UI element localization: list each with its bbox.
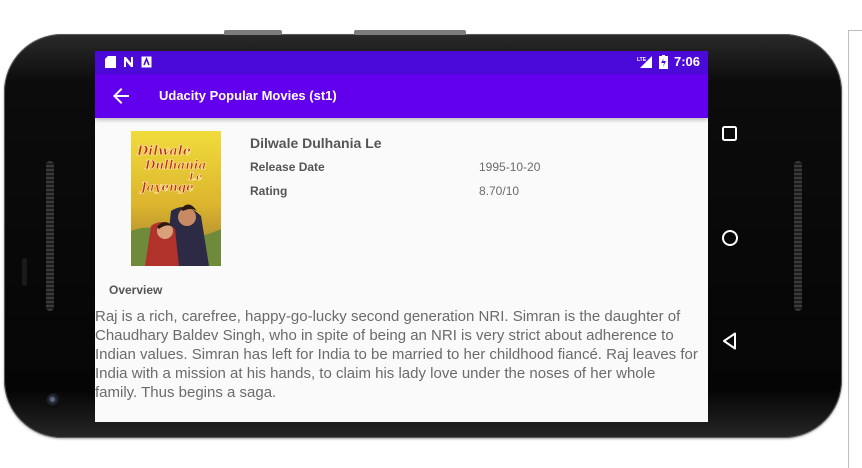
status-time: 7:06: [673, 54, 700, 69]
release-date-value: 1995-10-20: [479, 160, 541, 174]
front-camera-icon: [46, 393, 62, 409]
rating-value: 8.70/10: [479, 184, 520, 198]
proximity-sensor: [22, 258, 27, 286]
status-bar: LTE 7:06: [95, 51, 708, 74]
movie-poster: Dilwale Dulhania Le Jayenge: [131, 131, 221, 266]
app-bar: Udacity Popular Movies (st1): [95, 74, 708, 118]
svg-text:LTE: LTE: [637, 57, 647, 63]
home-circle-icon[interactable]: [718, 226, 742, 250]
side-panel: [848, 30, 862, 468]
movie-detail: Dilwale Dulhania Le Jayenge Dilwale Dulh…: [95, 118, 708, 422]
overview-text: Raj is a rich, carefree, happy-go-lucky …: [95, 308, 698, 401]
rating-label: Rating: [250, 184, 288, 198]
poster-title-line-4: Jayenge: [139, 180, 194, 194]
recents-square-icon[interactable]: [718, 122, 742, 146]
poster-title-line-2: Dulhania: [144, 158, 206, 172]
app-title: Udacity Popular Movies (st1): [159, 88, 337, 103]
left-speaker-grille: [46, 161, 54, 311]
movie-title: Dilwale Dulhania Le: [250, 135, 382, 151]
release-date-label: Release Date: [250, 160, 325, 174]
battery-icon: [658, 54, 668, 69]
no-sim-icon: [124, 57, 133, 67]
overview-label: Overview: [109, 283, 163, 297]
signal-icon: LTE: [637, 55, 652, 68]
volume-button: [224, 30, 282, 35]
sd-card-icon: [105, 56, 116, 68]
power-button: [354, 30, 466, 35]
arrow-left-icon[interactable]: [109, 84, 133, 108]
right-speaker-grille: [794, 161, 802, 311]
keyboard-icon: [141, 56, 152, 68]
poster-title-line-1: Dilwale: [136, 144, 191, 159]
back-triangle-icon[interactable]: [718, 329, 742, 353]
phone-screen: LTE 7:06 Udacity Popular Movies (st1) Di…: [95, 51, 708, 422]
